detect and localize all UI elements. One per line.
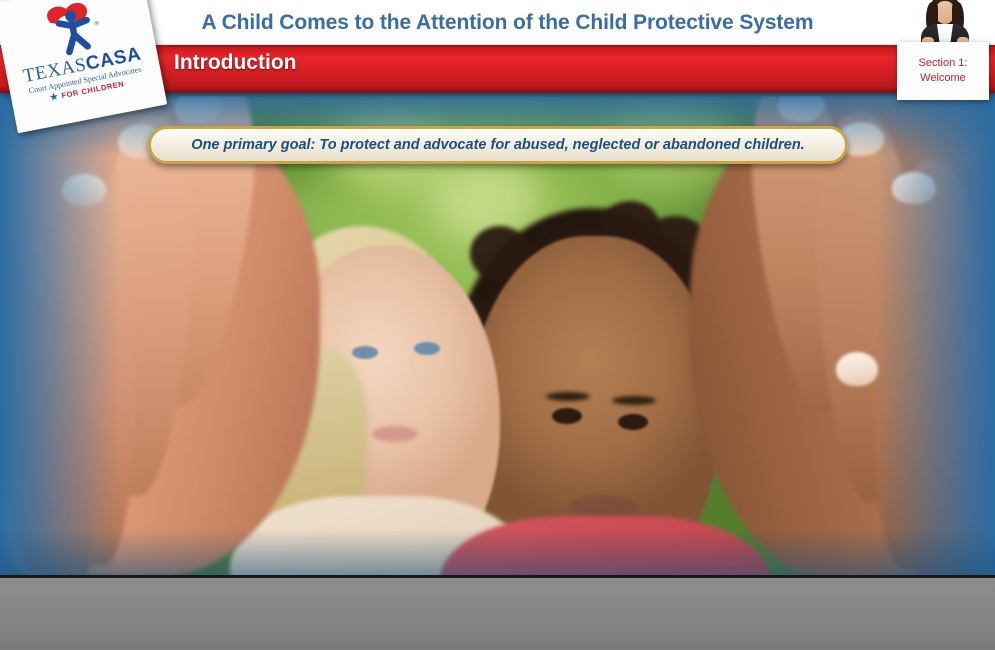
key-message-callout: One primary goal: To protect and advocat… <box>148 126 848 164</box>
child-right-brow <box>612 396 656 405</box>
fingernail <box>836 352 878 386</box>
fingernail <box>892 172 936 204</box>
svg-text:®: ® <box>94 20 100 28</box>
child-left-eye <box>352 346 378 359</box>
section-name: Welcome <box>920 72 966 84</box>
child-right-brow <box>546 392 590 401</box>
child-right-eye <box>618 414 648 430</box>
slide-photo <box>0 96 995 575</box>
section-badge: Section 1: Welcome <box>897 0 993 104</box>
section-sign: Section 1: Welcome <box>897 42 989 100</box>
elearning-slide: One primary goal: To protect and advocat… <box>0 0 995 650</box>
child-left-mouth <box>372 426 418 442</box>
child-right-eye <box>552 408 582 424</box>
child-right-mouth <box>568 496 638 518</box>
bottom-toolbar <box>0 575 995 650</box>
fingernail <box>175 96 221 124</box>
child-left-eye <box>414 342 440 355</box>
texas-state-icon: ★ <box>49 90 60 103</box>
section-number: Section 1: <box>918 57 968 70</box>
section-title-label: Introduction <box>174 51 297 74</box>
bokeh <box>430 156 540 236</box>
callout-text: One primary goal: To protect and advocat… <box>191 137 805 153</box>
fingernail <box>778 96 824 122</box>
fingernail <box>62 174 106 206</box>
